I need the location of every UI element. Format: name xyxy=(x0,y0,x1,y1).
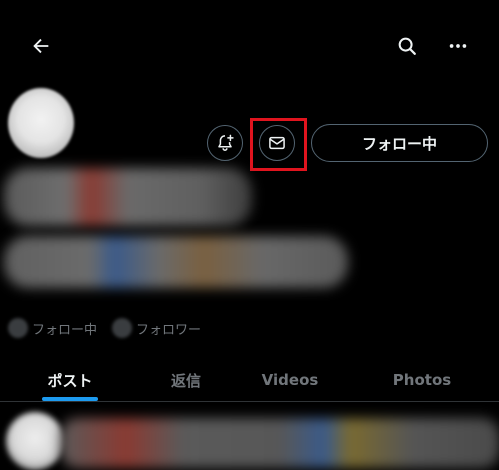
tab-posts-label: ポスト xyxy=(47,371,93,390)
bell-plus-icon xyxy=(218,134,234,151)
search-button[interactable] xyxy=(390,29,424,63)
mail-icon xyxy=(269,136,285,150)
profile-name-redacted xyxy=(4,168,252,226)
tab-photos-label: Photos xyxy=(392,371,452,389)
tab-posts[interactable]: ポスト xyxy=(20,360,120,400)
post-avatar[interactable] xyxy=(6,412,64,470)
tab-replies-label: 返信 xyxy=(170,371,201,390)
tab-replies[interactable]: 返信 xyxy=(136,360,236,400)
tab-videos-label: Videos xyxy=(261,371,319,389)
more-button[interactable] xyxy=(441,29,475,63)
tab-photos[interactable]: Photos xyxy=(372,360,472,400)
following-label: フォロー中 xyxy=(32,322,98,338)
following-count-link[interactable]: フォロー中 xyxy=(8,318,97,338)
profile-avatar[interactable] xyxy=(8,88,74,158)
tabs-divider xyxy=(0,401,499,402)
tab-videos[interactable]: Videos xyxy=(240,360,340,400)
followers-count-redacted xyxy=(112,318,132,338)
followers-count-link[interactable]: フォロワー xyxy=(112,318,201,338)
following-count-redacted xyxy=(8,318,28,338)
back-button[interactable] xyxy=(24,29,58,63)
search-icon xyxy=(398,37,416,55)
followers-label: フォロワー xyxy=(136,322,202,338)
following-button[interactable]: フォロー中 xyxy=(311,124,488,162)
message-button[interactable] xyxy=(259,125,295,161)
notify-button[interactable] xyxy=(207,125,243,161)
following-button-label: フォロー中 xyxy=(361,134,437,153)
arrow-left-icon xyxy=(33,38,49,54)
profile-bio-redacted xyxy=(4,236,348,288)
more-horizontal-icon xyxy=(449,44,467,48)
